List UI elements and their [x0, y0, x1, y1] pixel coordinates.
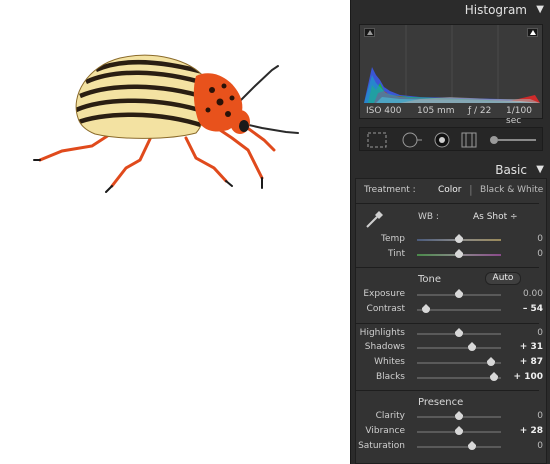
slider-label-blacks: Blacks [375, 372, 405, 382]
beetle-photo [33, 54, 299, 193]
shadow-clipping-icon[interactable] [364, 28, 375, 37]
white-balance-dropper-icon[interactable] [363, 207, 385, 231]
slider-value-clarity[interactable]: 0 [537, 411, 543, 421]
slider-value-whites[interactable]: + 87 [520, 357, 543, 367]
slider-value-highlights[interactable]: 0 [537, 328, 543, 338]
slider-label-shadows: Shadows [364, 342, 405, 352]
aperture: ƒ / 22 [468, 106, 492, 116]
treatment-color-option[interactable]: Color [438, 185, 462, 195]
histogram-title: Histogram [464, 3, 527, 17]
slider-value-saturation[interactable]: 0 [537, 441, 543, 451]
histogram[interactable]: ISO 400 105 mm ƒ / 22 1/100 sec [359, 24, 543, 126]
graduated-filter-icon[interactable] [461, 132, 477, 148]
slider-thumb-temp[interactable] [455, 234, 463, 243]
slider-value-contrast[interactable]: – 54 [523, 304, 543, 314]
crop-icon[interactable] [367, 132, 387, 148]
slider-value-exposure[interactable]: 0.00 [523, 289, 543, 299]
tool-strip [359, 127, 543, 151]
treatment-label: Treatment : [364, 185, 416, 195]
slider-thumb-exposure[interactable] [455, 289, 463, 298]
slider-thumb-highlights[interactable] [455, 328, 463, 337]
panel-collapse-icon[interactable]: ▼ [536, 4, 544, 15]
treatment-bw-option[interactable]: Black & White [480, 185, 543, 195]
tone-section-title: Tone [418, 274, 442, 285]
basic-panel-header[interactable]: Basic ▼ [351, 160, 550, 178]
slider-value-temp[interactable]: 0 [537, 234, 543, 244]
slider-thumb-shadows[interactable] [468, 342, 476, 351]
slider-thumb-vibrance[interactable] [455, 426, 463, 435]
wb-select[interactable]: As Shot ÷ [473, 212, 518, 222]
slider-label-exposure: Exposure [363, 289, 405, 299]
slider-label-temp: Temp [381, 234, 405, 244]
slider-label-vibrance: Vibrance [365, 426, 405, 436]
presence-section-title: Presence [418, 397, 464, 408]
wb-label: WB : [418, 212, 439, 222]
slider-value-shadows[interactable]: + 31 [520, 342, 543, 352]
shutter-speed: 1/100 sec [506, 106, 532, 126]
highlight-clipping-icon[interactable] [527, 28, 538, 37]
iso-value: ISO 400 [366, 106, 402, 116]
focal-length: 105 mm [417, 106, 455, 116]
red-eye-icon[interactable] [434, 132, 450, 148]
slider-label-saturation: Saturation [358, 441, 405, 451]
histogram-panel-header[interactable]: Histogram ▼ [351, 0, 550, 20]
slider-thumb-clarity[interactable] [455, 411, 463, 420]
slider-thumb-blacks[interactable] [490, 372, 498, 381]
slider-thumb-contrast[interactable] [422, 304, 430, 313]
slider-label-whites: Whites [374, 357, 405, 367]
slider-track-shadows[interactable] [417, 347, 501, 349]
photo-canvas[interactable] [0, 0, 350, 464]
slider-track-blacks[interactable] [417, 377, 501, 379]
slider-label-highlights: Highlights [359, 328, 405, 338]
slider-value-blacks[interactable]: + 100 [514, 372, 543, 382]
auto-tone-button[interactable]: Auto [485, 272, 521, 285]
slider-value-vibrance[interactable]: + 28 [520, 426, 543, 436]
slider-thumb-tint[interactable] [455, 249, 463, 258]
slider-track-saturation[interactable] [417, 446, 501, 448]
slider-thumb-whites[interactable] [487, 357, 495, 366]
slider-value-tint[interactable]: 0 [537, 249, 543, 259]
adjustment-brush-icon[interactable] [490, 136, 536, 144]
develop-right-panel: Histogram ▼ ISO 400 105 mm ƒ / 22 1/100 … [350, 0, 550, 464]
basic-title: Basic [495, 163, 527, 177]
slider-thumb-saturation[interactable] [468, 441, 476, 450]
panel-collapse-icon[interactable]: ▼ [536, 164, 544, 175]
spot-removal-icon[interactable] [402, 132, 422, 148]
slider-label-tint: Tint [388, 249, 405, 259]
slider-label-contrast: Contrast [366, 304, 405, 314]
slider-label-clarity: Clarity [375, 411, 405, 421]
